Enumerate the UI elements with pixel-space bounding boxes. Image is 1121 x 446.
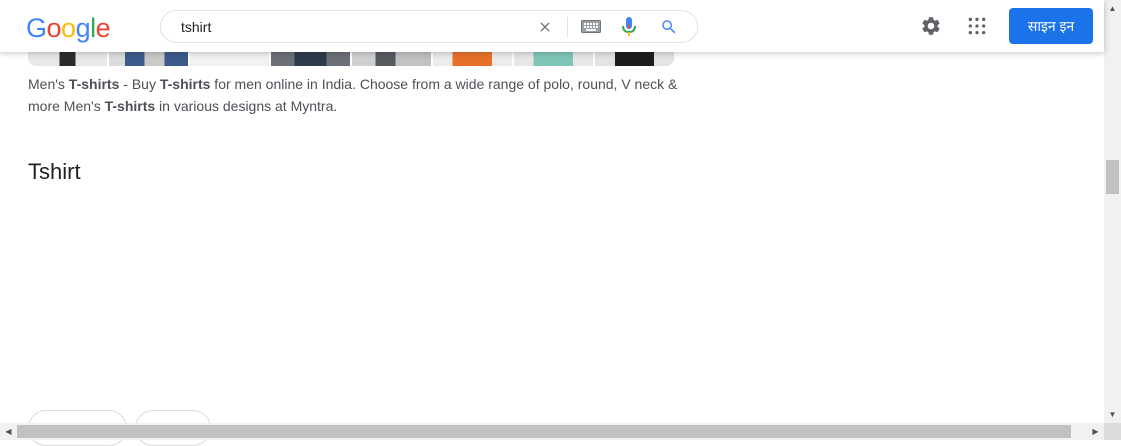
result-snippet: Men's T-shirts - Buy T-shirts for men on… — [28, 73, 688, 117]
logo-letter-6: e — [95, 13, 111, 43]
microphone-icon[interactable] — [619, 17, 639, 37]
snippet-text: Men's — [28, 76, 69, 92]
horizontal-scrollbar[interactable]: ◀ ▶ — [0, 423, 1104, 440]
vertical-scrollbar[interactable]: ▲ ▼ — [1104, 0, 1121, 423]
scrollbar-corner — [1104, 423, 1121, 440]
section-title: Tshirt — [28, 159, 81, 184]
logo-letter-2: o — [46, 13, 62, 43]
gear-icon[interactable] — [919, 14, 943, 38]
keyboard-icon[interactable] — [581, 17, 601, 37]
sign-in-button[interactable]: साइन इन — [1009, 8, 1093, 44]
close-icon[interactable] — [535, 17, 555, 37]
logo-letter-3: o — [61, 13, 76, 43]
horizontal-scroll-thumb[interactable] — [17, 425, 1071, 438]
scroll-down-arrow-icon[interactable]: ▼ — [1104, 406, 1121, 423]
top-bar: Google साइन इन — [0, 0, 1104, 52]
scroll-up-arrow-icon[interactable]: ▲ — [1104, 0, 1121, 17]
snippet-highlight: T-shirts — [68, 76, 120, 92]
snippet-text: in various designs at Myntra. — [155, 98, 338, 114]
vertical-scroll-thumb[interactable] — [1106, 160, 1119, 194]
snippet-highlight: T-shirts — [159, 76, 211, 92]
search-icon[interactable] — [659, 17, 679, 37]
snippet-highlight: T-shirts — [104, 98, 156, 114]
search-box — [160, 10, 698, 43]
scroll-right-arrow-icon[interactable]: ▶ — [1087, 423, 1104, 440]
scroll-left-arrow-icon[interactable]: ◀ — [0, 423, 17, 440]
search-input[interactable] — [181, 18, 511, 36]
google-logo[interactable]: Google — [26, 13, 111, 44]
snippet-text: - Buy — [119, 76, 160, 92]
apps-grid-icon[interactable] — [965, 14, 989, 38]
logo-letter-4: g — [75, 13, 91, 43]
search-divider — [567, 17, 568, 37]
logo-letter-1: G — [26, 13, 47, 43]
